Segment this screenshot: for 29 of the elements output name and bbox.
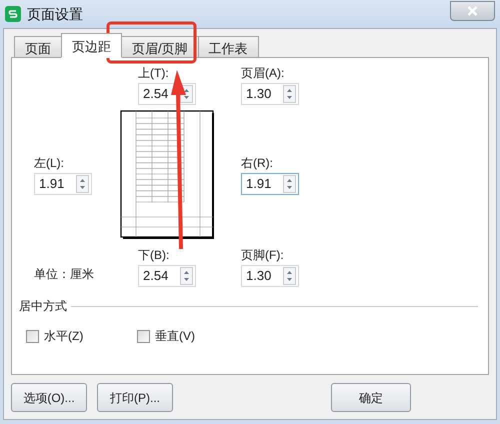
dialog-button[interactable]: 确定 [331, 383, 411, 412]
window-title: 页面设置 [27, 4, 83, 24]
number-field[interactable]: 2.54 [138, 265, 196, 287]
field-label: 下(B): [138, 248, 170, 262]
close-icon [467, 6, 478, 16]
checkbox[interactable] [26, 330, 39, 342]
field-label: 右(R): [241, 156, 274, 170]
down-arrow-icon[interactable] [284, 184, 295, 192]
app-logo-icon [5, 6, 21, 22]
group-title: 居中方式 [19, 298, 67, 315]
checkbox-option[interactable]: 水平(Z) [26, 327, 137, 345]
down-arrow-icon[interactable] [77, 184, 88, 192]
dialog-button[interactable]: 打印(P)... [97, 383, 173, 412]
dialog-button[interactable]: 选项(O)... [11, 383, 87, 412]
number-field[interactable]: 1.30 [241, 83, 299, 105]
number-field[interactable]: 1.30 [241, 265, 299, 287]
number-field[interactable]: 1.91 [241, 172, 299, 194]
field-label: 上(T): [138, 66, 170, 80]
checkbox-option[interactable]: 垂直(V) [137, 327, 195, 345]
checkbox[interactable] [137, 330, 150, 342]
field-label: 页脚(F): [241, 248, 285, 262]
field-label: 左(L): [34, 156, 65, 170]
field-label: 页眉(A): [241, 66, 286, 80]
tab[interactable]: 工作表 [198, 36, 259, 58]
close-button[interactable] [450, 1, 495, 21]
unit-label: 单位：厘米 [34, 266, 95, 283]
tab[interactable]: 页边距 [61, 33, 122, 58]
tab[interactable]: 页面 [14, 36, 62, 58]
number-field[interactable]: 1.91 [34, 172, 92, 194]
